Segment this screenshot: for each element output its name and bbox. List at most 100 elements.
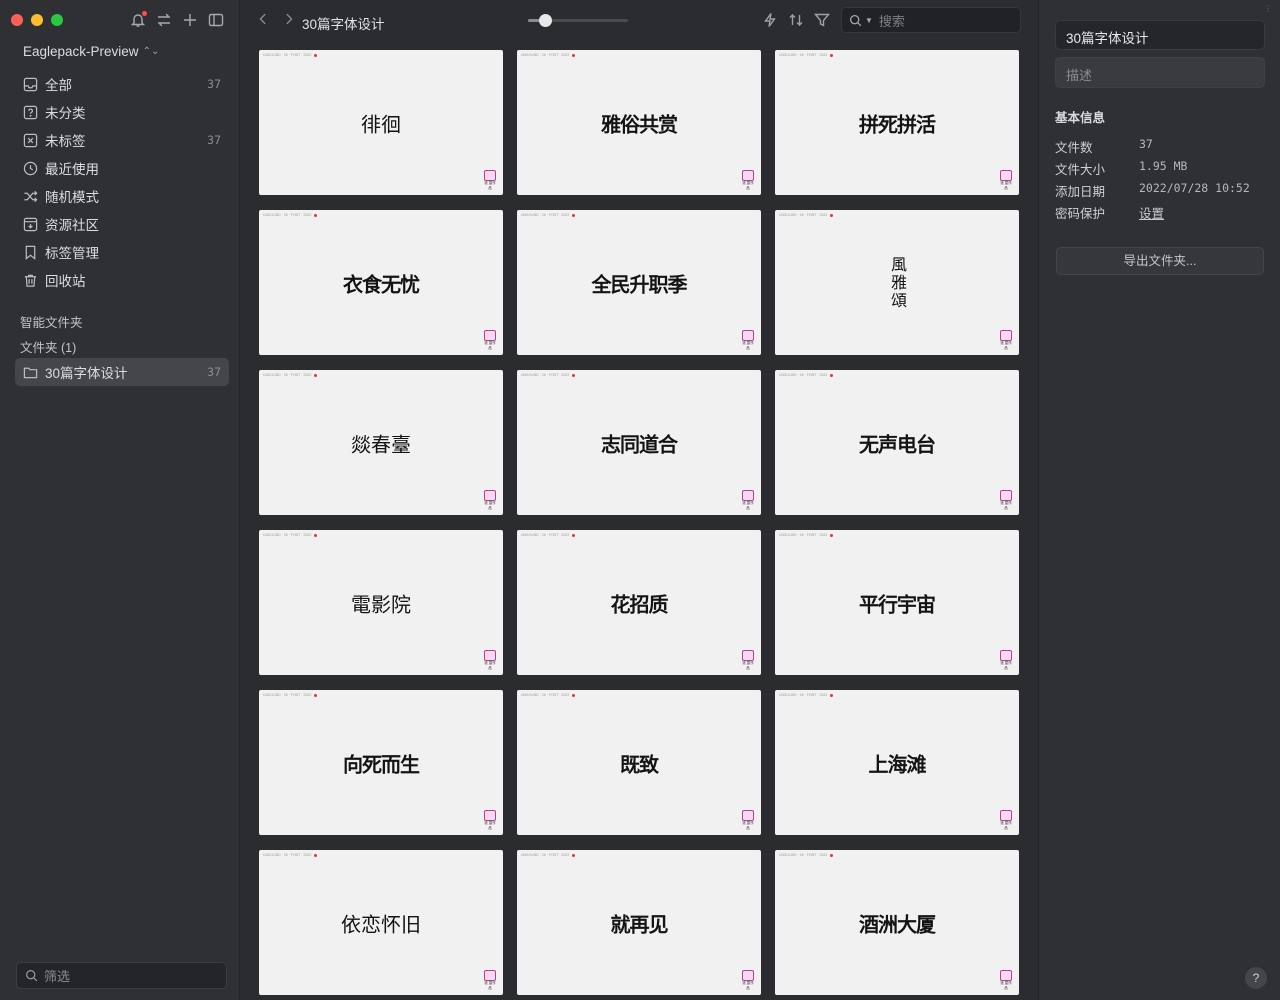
set-password-link[interactable]: 设置 xyxy=(1139,203,1164,222)
folders-header[interactable]: 文件夹 (1) xyxy=(20,337,76,356)
info-value: 37 xyxy=(1139,137,1153,151)
thumbnail-artwork-text: 燚春臺 xyxy=(351,432,411,456)
brand-logo-icon: 钱 童作品 xyxy=(741,170,755,191)
thumbnail-card[interactable]: UNSOUND · 26 · FONT · 2022 衣食无忧钱 童作品 xyxy=(259,210,503,355)
sidebar-folder-item[interactable]: 30篇字体设计 37 xyxy=(15,358,229,386)
red-dot-icon xyxy=(830,693,834,697)
sidebar-item-all[interactable]: 全部 37 xyxy=(15,70,229,98)
sidebar-item-recent[interactable]: 最近使用 xyxy=(15,154,229,182)
brand-logo-icon: 钱 童作品 xyxy=(999,170,1013,191)
trash-icon xyxy=(24,274,36,287)
sidebar-item-tags[interactable]: 标签管理 xyxy=(15,238,229,266)
description-field[interactable]: 描述 xyxy=(1055,57,1265,88)
card-meta: UNSOUND · 26 · FONT · 2022 xyxy=(779,373,834,377)
thumbnail-card[interactable]: UNSOUND · 26 · FONT · 2022 向死而生钱 童作品 xyxy=(259,690,503,835)
card-meta: UNSOUND · 26 · FONT · 2022 xyxy=(521,213,576,217)
lightning-icon[interactable] xyxy=(762,12,778,28)
add-button[interactable] xyxy=(181,11,199,29)
search-input[interactable]: ▼ 搜索 xyxy=(841,7,1021,33)
red-dot-icon xyxy=(830,213,834,217)
export-folder-button[interactable]: 导出文件夹... xyxy=(1056,247,1264,275)
thumbnail-card[interactable]: UNSOUND · 26 · FONT · 2022 雅俗共赏钱 童作品 xyxy=(517,50,761,195)
search-placeholder: 搜索 xyxy=(878,13,905,29)
notification-dot xyxy=(142,11,147,16)
forward-arrow-icon[interactable] xyxy=(282,12,296,26)
sidebar-item-label: 回收站 xyxy=(45,274,86,289)
card-meta: UNSOUND · 26 · FONT · 2022 xyxy=(263,853,318,857)
sidebar-item-label: 资源社区 xyxy=(45,218,99,233)
library-name: Eaglepack-Preview xyxy=(23,44,139,59)
thumbnail-card[interactable]: UNSOUND · 26 · FONT · 2022 徘徊钱 童作品 xyxy=(259,50,503,195)
sidebar-item-untagged[interactable]: 未标签 37 xyxy=(15,126,229,154)
back-arrow-icon[interactable] xyxy=(256,12,270,26)
info-value: 2022/07/28 10:52 xyxy=(1139,181,1250,195)
folder-name-field[interactable]: 30篇字体设计 xyxy=(1055,20,1265,50)
red-dot-icon xyxy=(572,853,576,857)
card-meta: UNSOUND · 26 · FONT · 2022 xyxy=(263,373,318,377)
red-dot-icon xyxy=(314,693,318,697)
sort-icon[interactable] xyxy=(788,12,804,28)
red-dot-icon xyxy=(572,693,576,697)
close-window-button[interactable] xyxy=(11,14,23,26)
thumbnail-card[interactable]: UNSOUND · 26 · FONT · 2022 依恋怀旧钱 童作品 xyxy=(259,850,503,995)
thumbnail-card[interactable]: UNSOUND · 26 · FONT · 2022 志同道合钱 童作品 xyxy=(517,370,761,515)
thumbnail-size-slider[interactable] xyxy=(528,14,628,27)
item-count: 37 xyxy=(207,133,221,147)
thumbnail-card[interactable]: UNSOUND · 26 · FONT · 2022 平行宇宙钱 童作品 xyxy=(775,530,1019,675)
filter-icon[interactable] xyxy=(814,12,830,28)
chevron-down-icon[interactable]: ▼ xyxy=(865,16,873,25)
zoom-window-button[interactable] xyxy=(51,14,63,26)
main-toolbar: 30篇字体设计 ▼ 搜索 xyxy=(240,0,1038,40)
thumbnail-card[interactable]: UNSOUND · 26 · FONT · 2022 全民升职季钱 童作品 xyxy=(517,210,761,355)
library-switcher[interactable]: Eaglepack-Preview ⌃⌄ xyxy=(23,44,159,59)
card-meta: UNSOUND · 26 · FONT · 2022 xyxy=(779,533,834,537)
sidebar-item-random[interactable]: 随机模式 xyxy=(15,182,229,210)
resize-grip-icon: ⋮ xyxy=(1264,4,1272,13)
thumbnail-card[interactable]: UNSOUND · 26 · FONT · 2022 就再见钱 童作品 xyxy=(517,850,761,995)
thumbnail-card[interactable]: UNSOUND · 26 · FONT · 2022 電影院钱 童作品 xyxy=(259,530,503,675)
thumbnail-artwork-text: 電影院 xyxy=(351,592,411,616)
info-key: 添加日期 xyxy=(1055,185,1106,199)
thumbnail-grid: UNSOUND · 26 · FONT · 2022 徘徊钱 童作品 UNSOUND… xyxy=(259,50,1019,995)
thumbnail-card[interactable]: UNSOUND · 26 · FONT · 2022 既致钱 童作品 xyxy=(517,690,761,835)
sidebar-item-trash[interactable]: 回收站 xyxy=(15,266,229,294)
card-meta: UNSOUND · 26 · FONT · 2022 xyxy=(779,213,834,217)
chevron-updown-icon: ⌃⌄ xyxy=(142,46,160,57)
brand-logo-icon: 钱 童作品 xyxy=(741,650,755,671)
smart-folders-header[interactable]: 智能文件夹 xyxy=(20,312,83,331)
shuffle-icon xyxy=(23,190,37,202)
thumbnail-card[interactable]: UNSOUND · 26 · FONT · 2022 花招质钱 童作品 xyxy=(517,530,761,675)
search-icon xyxy=(26,970,38,982)
help-button[interactable]: ? xyxy=(1245,967,1267,989)
thumbnail-card[interactable]: UNSOUND · 26 · FONT · 2022 上海滩钱 童作品 xyxy=(775,690,1019,835)
card-meta: UNSOUND · 26 · FONT · 2022 xyxy=(521,533,576,537)
red-dot-icon xyxy=(314,373,318,377)
slider-thumb[interactable] xyxy=(539,14,552,27)
thumbnail-card[interactable]: UNSOUND · 26 · FONT · 2022 无声电台钱 童作品 xyxy=(775,370,1019,515)
info-key: 文件大小 xyxy=(1055,163,1106,177)
sidebar-item-label: 全部 xyxy=(45,78,72,93)
thumbnail-artwork-text: 向死而生 xyxy=(343,752,420,776)
thumbnail-card[interactable]: UNSOUND · 26 · FONT · 2022 燚春臺钱 童作品 xyxy=(259,370,503,515)
sidebar-item-label: 未标签 xyxy=(45,134,86,149)
minimize-window-button[interactable] xyxy=(31,14,43,26)
filter-input[interactable]: 筛选 xyxy=(16,962,227,989)
thumbnail-card[interactable]: UNSOUND · 26 · FONT · 2022 風雅頌钱 童作品 xyxy=(775,210,1019,355)
folder-count: 37 xyxy=(207,365,221,379)
sync-button[interactable] xyxy=(155,11,173,29)
thumbnail-artwork-text: 既致 xyxy=(620,752,659,776)
sidebar-icon xyxy=(208,13,224,27)
thumbnail-artwork-text: 依恋怀旧 xyxy=(341,912,421,936)
sidebar-item-community[interactable]: 资源社区 xyxy=(15,210,229,238)
thumbnail-artwork-text: 風雅頌 xyxy=(888,255,907,310)
toggle-sidebar-button[interactable] xyxy=(207,11,225,29)
brand-logo-icon: 钱 童作品 xyxy=(999,490,1013,511)
thumbnail-card[interactable]: UNSOUND · 26 · FONT · 2022 酒洲大厦钱 童作品 xyxy=(775,850,1019,995)
clock-icon xyxy=(23,161,37,175)
info-row-date-added: 添加日期 2022/07/28 10:52 xyxy=(1055,181,1265,200)
notification-button[interactable] xyxy=(129,11,147,29)
thumbnail-card[interactable]: UNSOUND · 26 · FONT · 2022 拼死拼活钱 童作品 xyxy=(775,50,1019,195)
sidebar-item-uncategorized[interactable]: 未分类 xyxy=(15,98,229,126)
red-dot-icon xyxy=(830,53,834,57)
brand-logo-icon: 钱 童作品 xyxy=(999,810,1013,831)
